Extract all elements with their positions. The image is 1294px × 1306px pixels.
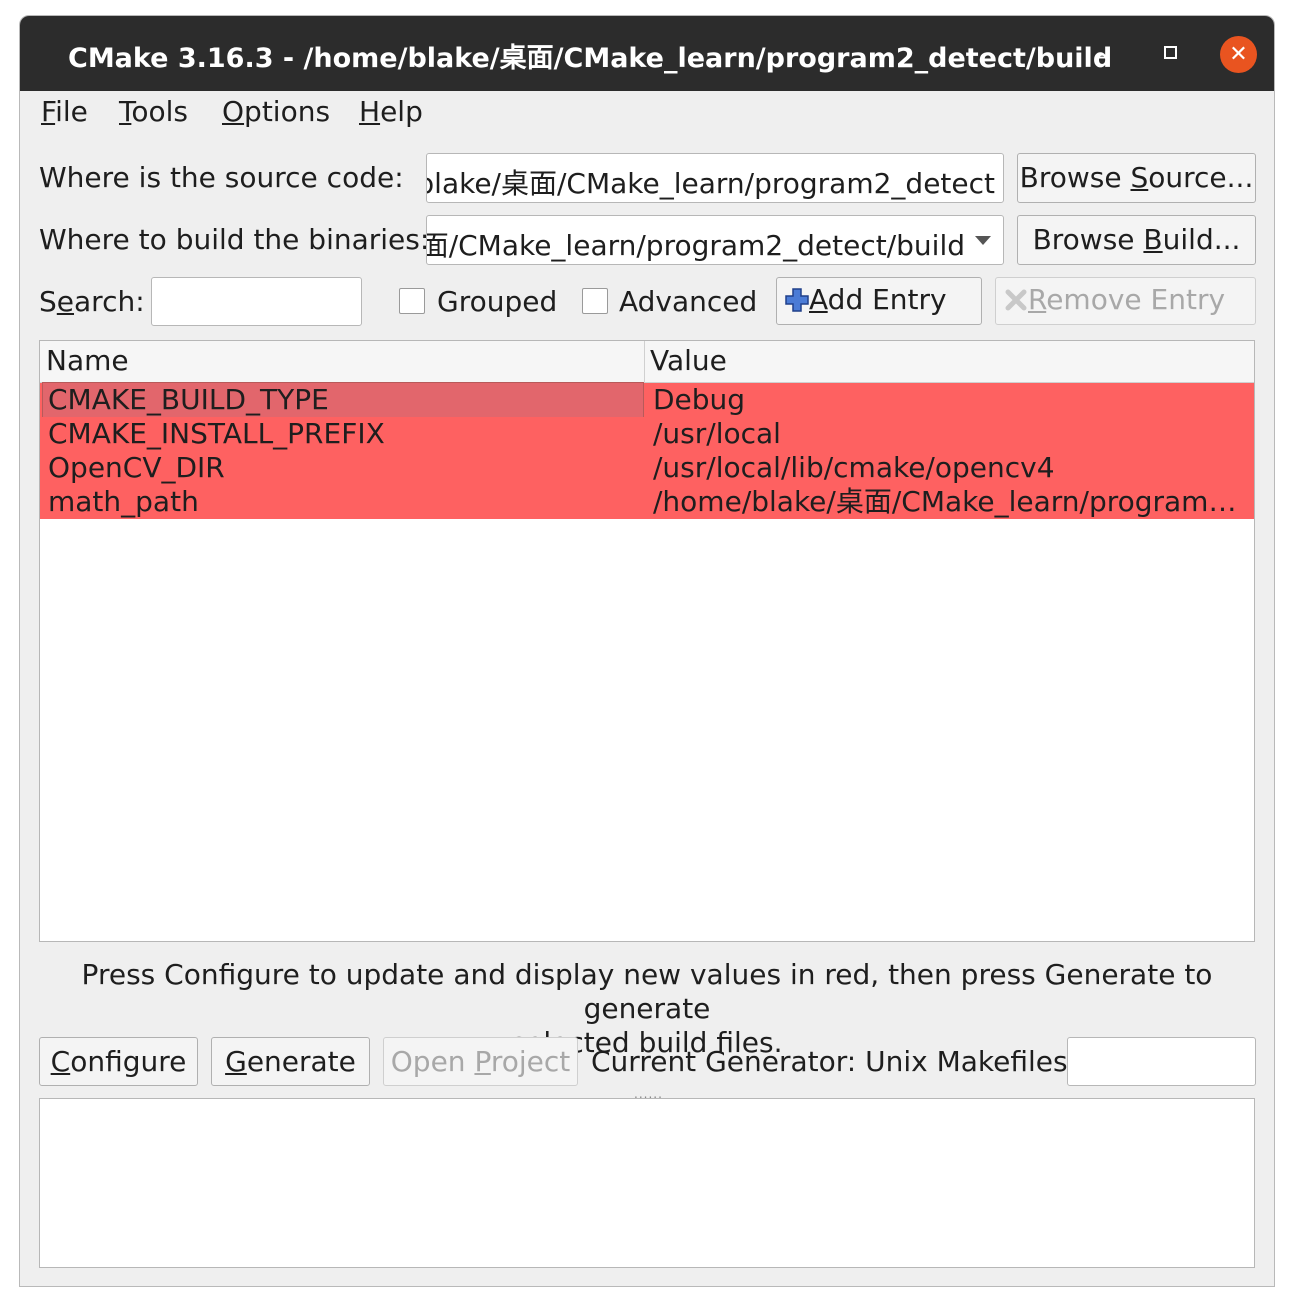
grouped-label: Grouped xyxy=(437,285,558,318)
configure-label: onfigure xyxy=(70,1045,187,1078)
close-button[interactable]: ✕ xyxy=(1220,36,1257,73)
entry-name: math_path xyxy=(48,485,199,518)
menu-bar: File Tools Options Help xyxy=(20,91,1274,135)
remove-entry-button[interactable]: Remove Entry xyxy=(995,277,1256,325)
browse-source-label-b: ource... xyxy=(1148,161,1254,194)
source-path-input[interactable]: blake/桌面/CMake_learn/program2_detect xyxy=(426,153,1004,203)
plus-icon xyxy=(785,288,809,312)
entry-name: CMAKE_INSTALL_PREFIX xyxy=(48,417,385,450)
minimize-button[interactable]: – xyxy=(1085,36,1121,72)
generate-mnemonic: G xyxy=(225,1045,247,1078)
configure-button[interactable]: Configure xyxy=(39,1037,198,1086)
generate-button[interactable]: Generate xyxy=(211,1037,370,1086)
table-row[interactable]: OpenCV_DIR /usr/local/lib/cmake/opencv4 xyxy=(40,451,1254,485)
maximize-button[interactable] xyxy=(1153,36,1189,72)
add-entry-button[interactable]: Add Entry xyxy=(776,277,982,325)
remove-entry-mnemonic: R xyxy=(1028,283,1047,316)
cmake-window: CMake 3.16.3 - /home/blake/桌面/CMake_lear… xyxy=(19,15,1275,1287)
cache-table[interactable]: Name Value CMAKE_BUILD_TYPE Debug CMAKE_… xyxy=(39,340,1255,942)
search-label-b: arch: xyxy=(74,285,145,318)
browse-build-button[interactable]: Browse Build... xyxy=(1017,215,1256,265)
browse-build-label-b: uild... xyxy=(1162,223,1241,256)
menu-help[interactable]: Help xyxy=(359,95,423,128)
source-label: Where is the source code: xyxy=(39,161,404,194)
add-entry-mnemonic: A xyxy=(809,283,828,316)
browse-source-button[interactable]: Browse Source... xyxy=(1017,153,1256,203)
browse-source-mnemonic: S xyxy=(1130,161,1149,194)
current-generator-label: Current Generator: Unix Makefiles xyxy=(591,1045,1068,1078)
menu-file-label: ile xyxy=(55,95,88,128)
entry-name: CMAKE_BUILD_TYPE xyxy=(42,382,644,418)
entry-value[interactable]: /usr/local/lib/cmake/opencv4 xyxy=(653,451,1243,485)
status-line-1: Press Configure to update and display ne… xyxy=(81,958,1213,1025)
maximize-icon xyxy=(1164,46,1177,59)
title-bar[interactable]: CMake 3.16.3 - /home/blake/桌面/CMake_lear… xyxy=(20,16,1274,91)
menu-file-mnemonic: F xyxy=(41,95,56,128)
menu-options-mnemonic: O xyxy=(222,95,245,128)
remove-entry-label: emove Entry xyxy=(1046,283,1226,316)
open-project-button[interactable]: Open Project xyxy=(383,1037,578,1086)
build-label: Where to build the binaries: xyxy=(39,223,430,256)
menu-tools-label: ools xyxy=(131,95,188,128)
menu-tools-mnemonic: T xyxy=(119,95,132,128)
browse-build-label-a: Browse xyxy=(1032,223,1144,256)
configure-mnemonic: C xyxy=(50,1045,71,1078)
browse-build-mnemonic: B xyxy=(1143,223,1163,256)
add-entry-label: dd Entry xyxy=(827,283,947,316)
generate-label: enerate xyxy=(246,1045,356,1078)
name-column-header[interactable]: Name xyxy=(46,344,129,377)
remove-x-icon xyxy=(1005,289,1027,311)
menu-help-label: elp xyxy=(380,95,423,128)
build-path-text: 面/CMake_learn/program2_detect/build xyxy=(426,229,965,262)
chevron-down-icon[interactable] xyxy=(975,236,991,245)
column-separator[interactable] xyxy=(644,341,645,382)
advanced-label: Advanced xyxy=(619,285,758,318)
source-path-text: blake/桌面/CMake_learn/program2_detect xyxy=(426,167,995,200)
search-input[interactable] xyxy=(151,277,362,326)
table-header: Name Value xyxy=(40,341,1254,383)
menu-options[interactable]: Options xyxy=(222,95,330,128)
advanced-checkbox[interactable] xyxy=(582,288,608,314)
entry-value[interactable]: /home/blake/桌面/CMake_learn/program2_dete… xyxy=(653,485,1243,519)
menu-tools[interactable]: Tools xyxy=(119,95,188,128)
window-title: CMake 3.16.3 - /home/blake/桌面/CMake_lear… xyxy=(68,43,1113,74)
output-log[interactable] xyxy=(39,1098,1255,1268)
grouped-checkbox[interactable] xyxy=(399,288,425,314)
build-path-combobox[interactable]: 面/CMake_learn/program2_detect/build xyxy=(426,215,1004,265)
table-row[interactable]: CMAKE_INSTALL_PREFIX /usr/local xyxy=(40,417,1254,451)
open-project-label-b: roject xyxy=(490,1045,571,1078)
menu-help-mnemonic: H xyxy=(359,95,381,128)
table-row[interactable]: math_path /home/blake/桌面/CMake_learn/pro… xyxy=(40,485,1254,519)
menu-file[interactable]: File xyxy=(41,95,88,128)
search-label: Search: xyxy=(39,285,145,318)
entry-value[interactable]: /usr/local xyxy=(653,417,1243,451)
table-row[interactable]: CMAKE_BUILD_TYPE Debug xyxy=(40,382,1254,418)
entry-value[interactable]: Debug xyxy=(653,383,1243,417)
progress-bar xyxy=(1067,1037,1256,1086)
browse-source-label-a: Browse xyxy=(1019,161,1131,194)
search-label-a: S xyxy=(39,285,57,318)
value-column-header[interactable]: Value xyxy=(650,344,727,377)
menu-options-label: ptions xyxy=(244,95,331,128)
open-project-label-a: Open xyxy=(390,1045,475,1078)
open-project-mnemonic: P xyxy=(474,1045,491,1078)
search-label-mnemonic: e xyxy=(56,285,75,318)
entry-name: OpenCV_DIR xyxy=(48,451,225,484)
